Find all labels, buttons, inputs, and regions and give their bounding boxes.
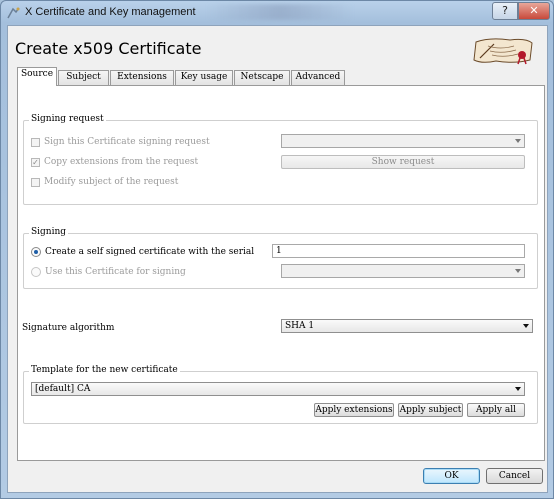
copy-extensions-checkbox-row[interactable]: ✓ Copy extensions from the request [31, 157, 198, 167]
copy-extensions-label: Copy extensions from the request [44, 157, 199, 167]
help-button[interactable]: ? [492, 2, 518, 20]
modify-subject-label: Modify subject of the request [44, 177, 179, 187]
show-request-button[interactable]: Show request [281, 155, 525, 169]
signature-algorithm-value: SHA 1 [285, 321, 315, 331]
tab-source[interactable]: Source [17, 67, 57, 86]
xca-logo-icon [473, 38, 533, 65]
apply-extensions-button[interactable]: Apply extensions [314, 403, 394, 417]
chevron-down-icon [515, 269, 521, 273]
chevron-down-icon [515, 139, 521, 143]
window-title: X Certificate and Key management [25, 6, 196, 18]
use-cert-label: Use this Certificate for signing [45, 267, 186, 277]
close-button[interactable]: ✕ [518, 2, 550, 20]
application-window: X Certificate and Key management ? ✕ Cre… [0, 0, 554, 499]
tab-subject[interactable]: Subject [58, 70, 109, 85]
source-tab-panel: Signing request Sign this Certificate si… [17, 85, 545, 461]
ok-button[interactable]: OK [423, 468, 480, 484]
sign-request-checkbox-row[interactable]: Sign this Certificate signing request [31, 137, 210, 147]
dialog-title: Create x509 Certificate [15, 39, 202, 58]
tab-extensions[interactable]: Extensions [110, 70, 174, 85]
blurred-background-title [207, 4, 353, 20]
signing-cert-select[interactable] [281, 264, 525, 278]
modify-subject-checkbox[interactable] [31, 177, 40, 187]
tab-key-usage[interactable]: Key usage [175, 70, 233, 85]
dialog-client-area: Create x509 Certificate Source Subject E… [7, 25, 548, 493]
app-icon [7, 7, 20, 19]
tab-netscape[interactable]: Netscape [234, 70, 290, 85]
sign-request-checkbox[interactable] [31, 137, 40, 147]
signing-request-group-title: Signing request [29, 114, 106, 124]
copy-extensions-checkbox[interactable]: ✓ [31, 157, 40, 167]
cancel-button[interactable]: Cancel [486, 468, 543, 484]
serial-input[interactable]: 1 [272, 244, 525, 258]
signing-group-title: Signing [29, 227, 69, 237]
apply-all-button[interactable]: Apply all [467, 403, 525, 417]
tab-advanced[interactable]: Advanced [291, 70, 345, 85]
signature-algorithm-label: Signature algorithm [22, 323, 115, 333]
use-cert-radio-row[interactable]: Use this Certificate for signing [31, 267, 186, 277]
apply-subject-button[interactable]: Apply subject [398, 403, 463, 417]
template-select-value: [default] CA [35, 384, 91, 394]
signature-algorithm-select[interactable]: SHA 1 [281, 319, 533, 333]
self-signed-radio-row[interactable]: Create a self signed certificate with th… [31, 247, 254, 257]
title-bar[interactable]: X Certificate and Key management ? ✕ [1, 1, 553, 25]
signing-group [23, 233, 538, 289]
self-signed-label: Create a self signed certificate with th… [45, 247, 255, 257]
chevron-down-icon [523, 324, 529, 328]
template-group-title: Template for the new certificate [29, 365, 180, 375]
modify-subject-checkbox-row[interactable]: Modify subject of the request [31, 177, 178, 187]
sign-request-label: Sign this Certificate signing request [44, 137, 210, 147]
use-cert-radio[interactable] [31, 267, 41, 277]
chevron-down-icon [515, 387, 521, 391]
request-select[interactable] [281, 134, 525, 148]
self-signed-radio[interactable] [31, 247, 41, 257]
template-select[interactable]: [default] CA [31, 382, 525, 396]
